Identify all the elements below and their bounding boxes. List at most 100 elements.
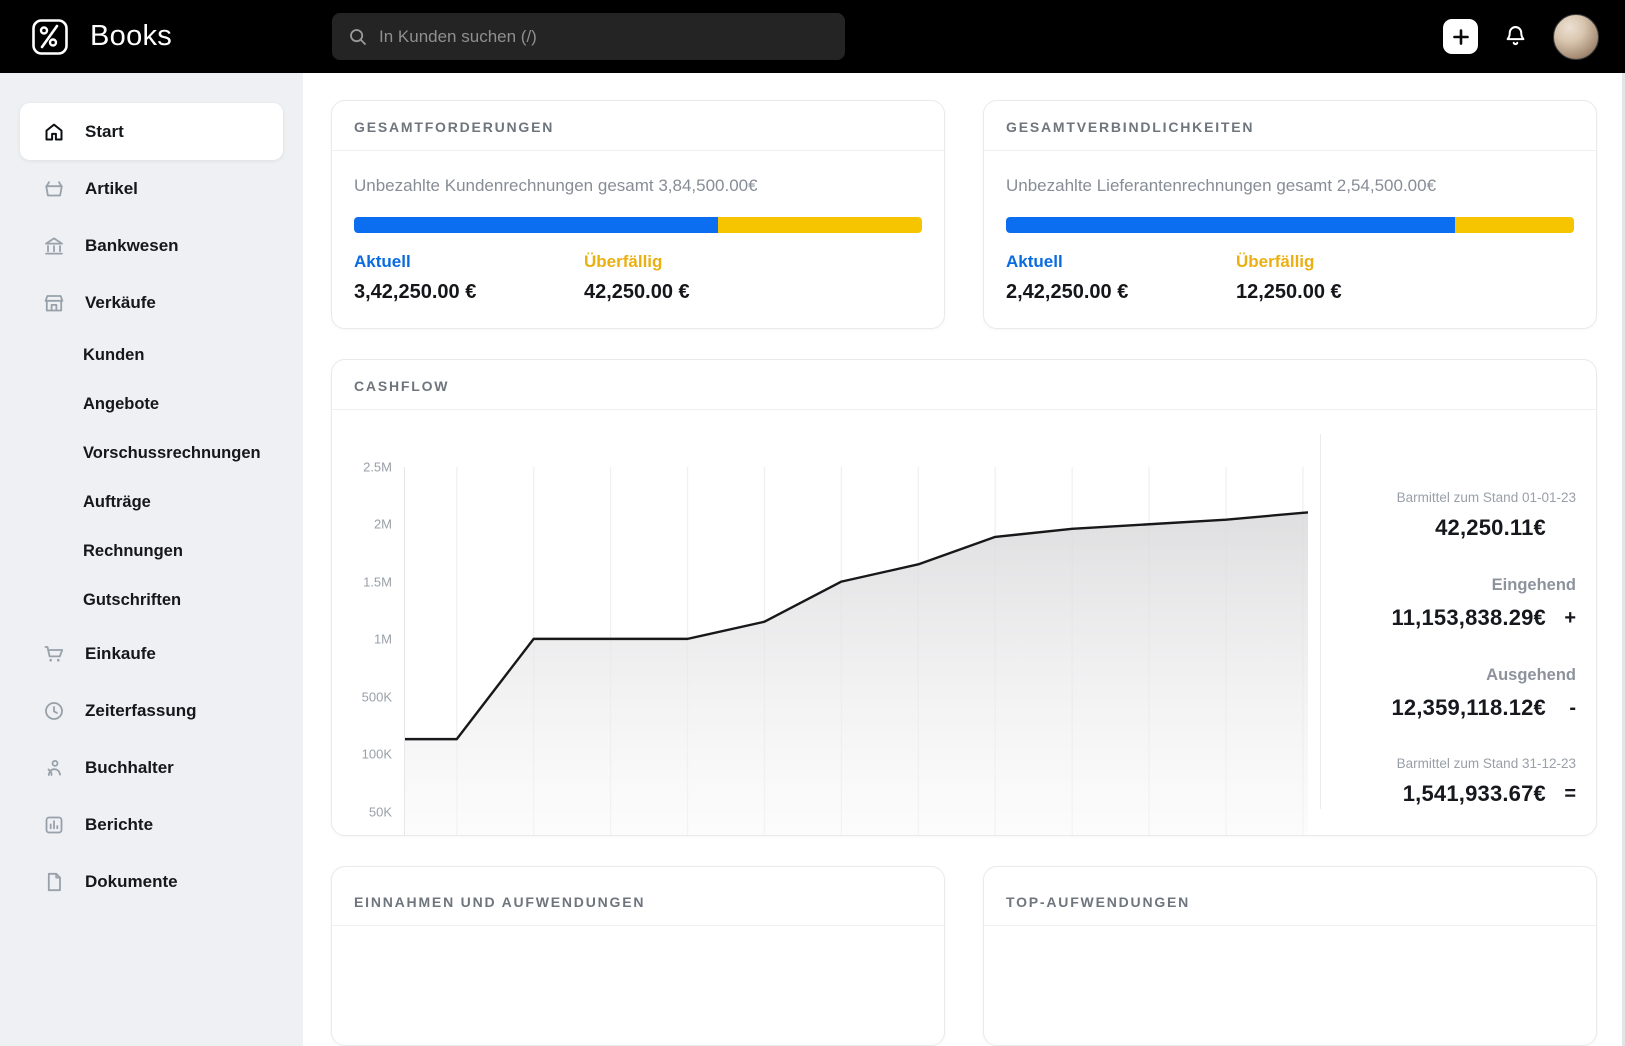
- payables-subtitle: Unbezahlte Lieferantenrechnungen gesamt …: [1006, 176, 1437, 195]
- home-icon: [42, 120, 66, 144]
- receivables-current-label: Aktuell: [354, 252, 411, 271]
- payables-overdue-segment: [1454, 217, 1574, 233]
- search-input[interactable]: [379, 26, 829, 47]
- top-expenses-card-title: TOP-AUFWENDUNGEN: [984, 867, 1596, 926]
- cashflow-chart: 2.5M2M1.5M1M500K100K50K0 APRMAYJUNJULAUG…: [332, 410, 1320, 835]
- cashflow-card: CASHFLOW 2.5M2M1.5M1M500K100K50K0 APRMAY…: [331, 359, 1597, 836]
- notifications-bell-icon[interactable]: [1502, 23, 1529, 50]
- sidebar-item-label: Berichte: [85, 814, 154, 834]
- receivables-overdue-segment: [717, 217, 922, 233]
- cashflow-stat-operator: =: [1564, 782, 1576, 805]
- y-axis-tick-label: 2M: [373, 516, 392, 532]
- cashflow-stat-label: Eingehend: [1491, 576, 1576, 594]
- store-icon: [42, 291, 66, 315]
- income-expense-card-title: EINNAHMEN UND AUFWENDUNGEN: [332, 867, 944, 926]
- receivables-card-title: GESAMTFORDERUNGEN: [332, 101, 944, 151]
- main-content: GESAMTFORDERUNGEN Unbezahlte Kundenrechn…: [303, 73, 1625, 1046]
- receivables-overdue-label: Überfällig: [584, 252, 663, 271]
- sidebar-item-label: Buchhalter: [85, 757, 174, 777]
- sidebar-item-label: Artikel: [85, 178, 138, 198]
- basket-icon: [42, 177, 66, 201]
- sidebar-item-label: Start: [85, 121, 124, 141]
- sidebar-item-berichte[interactable]: Berichte: [20, 796, 283, 853]
- bank-icon: [42, 234, 66, 258]
- cashflow-stat: Barmittel zum Stand 31-12-23 1,541,933.67…: [1397, 756, 1576, 807]
- receivables-subtitle: Unbezahlte Kundenrechnungen gesamt 3,84,…: [354, 176, 758, 195]
- chart-y-axis: 2.5M2M1.5M1M500K100K50K0: [354, 460, 404, 835]
- payables-overdue-label: Überfällig: [1236, 252, 1315, 271]
- sidebar-item-zeiterfassung[interactable]: Zeiterfassung: [20, 682, 283, 739]
- sidebar-item-angebote[interactable]: Angebote: [20, 380, 283, 429]
- sidebar-item-vorschussrechnungen[interactable]: Vorschussrechnungen: [20, 429, 283, 478]
- plus-icon: [1452, 28, 1469, 45]
- user-avatar[interactable]: [1553, 13, 1599, 60]
- sidebar-nav: Start Artikel Bankwesen Verkäufe Kunden Angeb…: [0, 73, 303, 1046]
- sidebar-item-artikel[interactable]: Artikel: [20, 160, 283, 217]
- sidebar-item-label: Aufträge: [83, 493, 151, 511]
- document-icon: [42, 870, 66, 894]
- receivables-card: GESAMTFORDERUNGEN Unbezahlte Kundenrechn…: [331, 100, 945, 329]
- cashflow-stat: Ausgehend 12,359,118.12€ -: [1391, 666, 1576, 721]
- sidebar-item-rechnungen[interactable]: Rechnungen: [20, 527, 283, 576]
- books-logo-icon: [30, 17, 70, 57]
- y-axis-tick-label: 2.5M: [363, 459, 392, 475]
- cashflow-stat-value: 42,250.11€: [1435, 515, 1546, 540]
- y-axis-tick-label: 1.5M: [363, 574, 392, 590]
- sidebar-item-label: Verkäufe: [85, 292, 156, 312]
- cashflow-stat-label: Barmittel zum Stand 31-12-23: [1396, 756, 1576, 771]
- cashflow-card-title: CASHFLOW: [332, 360, 1596, 410]
- sidebar-item-gutschriften[interactable]: Gutschriften: [20, 576, 283, 625]
- clock-icon: [42, 699, 66, 723]
- search-icon: [348, 27, 368, 47]
- cashflow-stat: Eingehend 11,153,838.29€ +: [1391, 576, 1576, 631]
- y-axis-tick-label: 100K: [361, 746, 392, 762]
- sidebar-item-label: Einkaufe: [85, 643, 156, 663]
- payables-current-segment: [1006, 217, 1455, 233]
- cashflow-stat-value: 1,541,933.67€: [1402, 781, 1546, 806]
- sidebar-item-auftr-ge[interactable]: Aufträge: [20, 478, 283, 527]
- payables-overdue-value: 12,250.00 €: [1236, 281, 1342, 303]
- sidebar-item-label: Kunden: [83, 346, 145, 364]
- sidebar-item-label: Zeiterfassung: [85, 700, 197, 720]
- cashflow-stat-value: 11,153,838.29€: [1391, 605, 1546, 630]
- sidebar-item-buchhalter[interactable]: Buchhalter: [20, 739, 283, 796]
- sidebar-item-start[interactable]: Start: [20, 103, 283, 160]
- cashflow-stat-operator: -: [1569, 696, 1576, 719]
- topbar: Books: [0, 0, 1625, 73]
- sidebar-item-label: Rechnungen: [83, 542, 183, 560]
- global-search[interactable]: [332, 13, 845, 60]
- sidebar-item-label: Vorschussrechnungen: [83, 444, 261, 462]
- sidebar-item-label: Bankwesen: [85, 235, 179, 255]
- y-axis-tick-label: 1M: [373, 631, 392, 647]
- sidebar-item-einkaufe[interactable]: Einkaufe: [20, 625, 283, 682]
- sidebar-item-bankwesen[interactable]: Bankwesen: [20, 217, 283, 274]
- sidebar-item-dokumente[interactable]: Dokumente: [20, 853, 283, 910]
- cashflow-stat: Barmittel zum Stand 01-01-23 42,250.11€: [1397, 490, 1576, 541]
- chart-plot-area: [404, 467, 1308, 835]
- cashflow-stats-panel: Barmittel zum Stand 01-01-23 42,250.11€ Ei…: [1320, 434, 1596, 809]
- payables-card: GESAMTVERBINDLICHKEITEN Unbezahlte Liefe…: [983, 100, 1597, 329]
- cart-icon: [42, 642, 66, 666]
- sidebar-item-verk-ufe[interactable]: Verkäufe: [20, 274, 283, 331]
- payables-current-value: 2,42,250.00 €: [1006, 281, 1129, 303]
- receivables-overdue-value: 42,250.00 €: [584, 281, 690, 303]
- sidebar-item-label: Dokumente: [85, 871, 178, 891]
- y-axis-tick-label: 50K: [368, 804, 392, 820]
- cashflow-stat-label: Ausgehend: [1486, 666, 1576, 684]
- sidebar-item-label: Angebote: [83, 395, 160, 413]
- payables-current-label: Aktuell: [1006, 252, 1063, 271]
- top-expenses-card: TOP-AUFWENDUNGEN: [983, 866, 1597, 1046]
- receivables-current-segment: [354, 217, 718, 233]
- cashflow-stat-operator: +: [1564, 606, 1576, 629]
- person-icon: [42, 756, 66, 780]
- report-icon: [42, 813, 66, 837]
- sidebar-item-label: Gutschriften: [83, 591, 182, 609]
- sidebar-item-kunden[interactable]: Kunden: [20, 331, 283, 380]
- add-new-button[interactable]: [1443, 19, 1478, 54]
- app-logo[interactable]: Books: [30, 17, 172, 57]
- y-axis-tick-label: 500K: [361, 689, 392, 705]
- app-title: Books: [90, 20, 173, 52]
- cashflow-stat-label: Barmittel zum Stand 01-01-23: [1396, 490, 1576, 505]
- payables-progress-bar: [1006, 217, 1574, 233]
- receivables-current-value: 3,42,250.00 €: [354, 281, 477, 303]
